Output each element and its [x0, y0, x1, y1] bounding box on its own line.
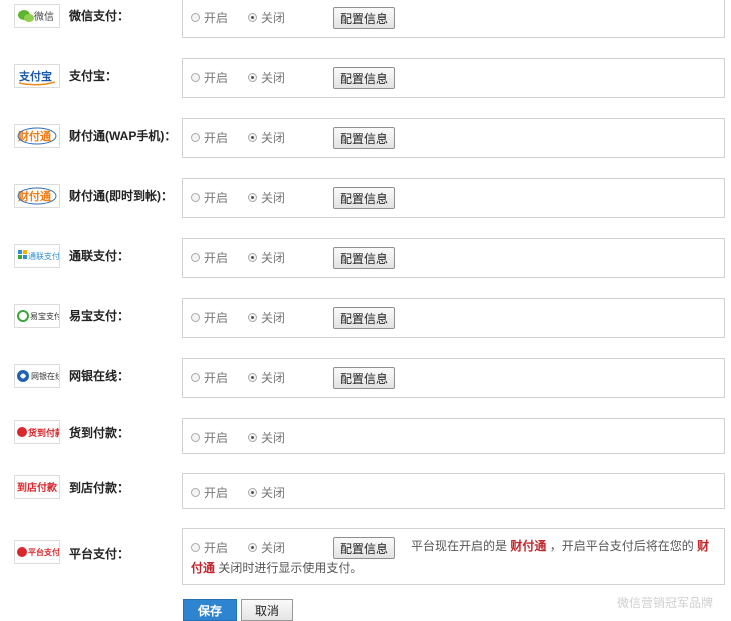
payment-label: 财付通(WAP手机)：: [69, 129, 177, 143]
radio-dot-icon: [191, 373, 200, 382]
radio-enable[interactable]: 开启: [191, 249, 228, 266]
payment-options-box: 开启 关闭: [182, 418, 725, 454]
config-button[interactable]: 配置信息: [333, 67, 395, 89]
radio-dot-icon: [191, 193, 200, 202]
payment-options-box: 开启 关闭 配置信息: [182, 298, 725, 338]
config-button[interactable]: 配置信息: [333, 7, 395, 29]
config-button[interactable]: 配置信息: [333, 247, 395, 269]
radio-dot-checked-icon: [248, 313, 257, 322]
svg-text:网银在线: 网银在线: [31, 371, 59, 381]
radio-disable[interactable]: 关闭: [248, 9, 285, 26]
payment-label: 平台支付：: [69, 547, 130, 561]
radio-dot-icon: [191, 253, 200, 262]
radio-dot-checked-icon: [248, 193, 257, 202]
wechat-logo-icon: 微信: [14, 4, 60, 28]
payment-label: 财付通(即时到帐)：: [69, 189, 173, 203]
radio-enable[interactable]: 开启: [191, 69, 228, 86]
config-button[interactable]: 配置信息: [333, 307, 395, 329]
radio-disable[interactable]: 关闭: [248, 129, 285, 146]
radio-disable[interactable]: 关闭: [248, 429, 285, 446]
payment-label: 到店付款：: [69, 481, 130, 495]
payment-options-box: 开启 关闭 配置信息: [182, 238, 725, 278]
radio-dot-checked-icon: [248, 488, 257, 497]
payment-options-box: 开启 关闭 配置信息: [182, 58, 725, 98]
alipay-logo-icon: 支付宝: [14, 64, 60, 88]
cancel-button[interactable]: 取消: [241, 599, 293, 621]
svg-text:到店付款: 到店付款: [17, 481, 58, 494]
radio-enable[interactable]: 开启: [191, 129, 228, 146]
radio-dot-icon: [191, 433, 200, 442]
config-button[interactable]: 配置信息: [333, 367, 395, 389]
radio-enable[interactable]: 开启: [191, 9, 228, 26]
radio-dot-checked-icon: [248, 433, 257, 442]
radio-dot-checked-icon: [248, 73, 257, 82]
radio-disable[interactable]: 关闭: [248, 69, 285, 86]
allinpay-logo-icon: 通联支付: [14, 244, 60, 268]
payment-options-box: 开启 关闭: [182, 473, 725, 509]
radio-enable[interactable]: 开启: [191, 369, 228, 386]
platform-note: 平台现在开启的是 财付通 ，开启平台支付后将在您的 财付通 关闭时进行显示使用支…: [191, 539, 710, 575]
payment-options-box: 开启 关闭 配置信息: [182, 178, 725, 218]
payment-options-box: 开启 关闭 配置信息: [182, 0, 725, 38]
platform-pay-logo-icon: 平台支付: [14, 540, 60, 564]
radio-enable[interactable]: 开启: [191, 429, 228, 446]
radio-dot-icon: [191, 13, 200, 22]
tenpay-logo-icon: 财付通: [14, 124, 60, 148]
yeepay-logo-icon: 易宝支付: [14, 304, 60, 328]
cod-logo-icon: 货到付款: [14, 420, 60, 444]
save-button[interactable]: 保存: [183, 599, 237, 621]
svg-text:微信: 微信: [34, 10, 54, 23]
payment-options-box: 开启 关闭 配置信息 平台现在开启的是 财付通 ，开启平台支付后将在您的 财付通…: [182, 528, 725, 585]
highlight-provider: 财付通: [510, 539, 547, 553]
payment-label: 易宝支付：: [69, 309, 130, 323]
radio-disable[interactable]: 关闭: [248, 484, 285, 501]
radio-dot-checked-icon: [248, 253, 257, 262]
radio-dot-icon: [191, 73, 200, 82]
chinabank-logo-icon: 网银在线: [14, 364, 60, 388]
payment-options-box: 开启 关闭 配置信息: [182, 358, 725, 398]
radio-dot-checked-icon: [248, 373, 257, 382]
radio-dot-icon: [191, 488, 200, 497]
watermark: 微信营销冠军品牌: [617, 596, 714, 610]
radio-enable[interactable]: 开启: [191, 189, 228, 206]
radio-disable[interactable]: 关闭: [248, 369, 285, 386]
tenpay-logo-icon: 财付通: [14, 184, 60, 208]
radio-disable[interactable]: 关闭: [248, 309, 285, 326]
svg-text:货到付款: 货到付款: [28, 427, 59, 439]
svg-text:平台支付: 平台支付: [28, 547, 59, 557]
radio-disable[interactable]: 关闭: [248, 249, 285, 266]
radio-dot-icon: [191, 313, 200, 322]
radio-dot-checked-icon: [248, 13, 257, 22]
radio-disable[interactable]: 关闭: [248, 189, 285, 206]
config-button[interactable]: 配置信息: [333, 127, 395, 149]
radio-enable[interactable]: 开启: [191, 309, 228, 326]
payment-label: 支付宝：: [69, 69, 118, 83]
config-button[interactable]: 配置信息: [333, 187, 395, 209]
radio-enable[interactable]: 开启: [191, 484, 228, 501]
payment-label: 网银在线：: [69, 369, 130, 383]
payment-label: 通联支付：: [69, 249, 130, 263]
radio-dot-icon: [191, 133, 200, 142]
svg-text:通联支付: 通联支付: [28, 251, 59, 261]
radio-dot-checked-icon: [248, 133, 257, 142]
payment-label: 货到付款：: [69, 426, 130, 440]
svg-text:易宝支付: 易宝支付: [30, 311, 59, 321]
payment-options-box: 开启 关闭 配置信息: [182, 118, 725, 158]
store-pay-logo-icon: 到店付款: [14, 475, 60, 499]
payment-label: 微信支付：: [69, 9, 130, 23]
svg-text:支付宝: 支付宝: [18, 69, 52, 83]
